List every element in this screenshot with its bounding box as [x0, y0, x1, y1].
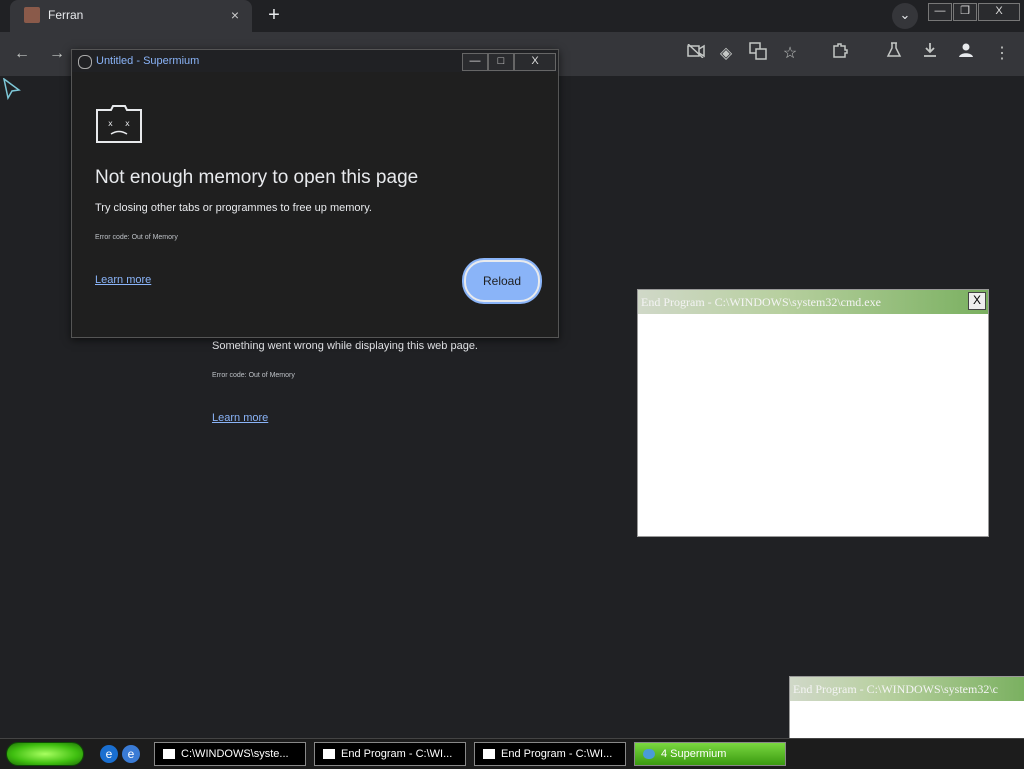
popup-error-code: Error code: Out of Memory [95, 234, 178, 241]
popup-message: Try closing other tabs or programmes to … [95, 202, 372, 214]
end-program-2-titlebar[interactable]: End Program - C:\WINDOWS\system32\c [790, 677, 1024, 701]
tab-search-button[interactable]: ⌄ [892, 3, 918, 29]
end-program-close-button[interactable]: X [968, 292, 986, 310]
taskbar-item-cmd[interactable]: C:\WINDOWS\syste... [154, 742, 306, 766]
extensions-icon[interactable] [828, 42, 852, 66]
menu-kebab-icon[interactable]: ⋮ [990, 42, 1014, 66]
popup-heading: Not enough memory to open this page [95, 167, 419, 188]
taskbar-item-supermium[interactable]: 4 Supermium [634, 742, 786, 766]
tab-strip: Ferran × + ⌄ — ❐ X [0, 0, 1024, 32]
start-button[interactable] [6, 742, 84, 766]
cmd-icon [163, 749, 175, 760]
popup-window: Untitled - Supermium — □ X x x Not enough … [71, 49, 559, 338]
bookmark-star-icon[interactable]: ☆ [778, 42, 802, 66]
close-button[interactable]: X [978, 3, 1020, 21]
translate-icon[interactable] [746, 42, 770, 66]
page-learn-more-link[interactable]: Learn more [212, 412, 268, 424]
internet-explorer-icon[interactable]: e [100, 745, 118, 763]
taskbar-item-label: C:\WINDOWS\syste... [181, 748, 289, 760]
popup-titlebar[interactable]: Untitled - Supermium — □ X [72, 50, 558, 72]
taskbar-item-end-program-2[interactable]: End Program - C:\WI... [474, 742, 626, 766]
end-program-2-title: End Program - C:\WINDOWS\system32\c [793, 682, 998, 696]
popup-learn-more-link[interactable]: Learn more [95, 274, 151, 286]
favicon-icon [24, 7, 40, 23]
end-program-window: End Program - C:\WINDOWS\system32\cmd.ex… [637, 289, 989, 537]
taskbar-item-end-program-1[interactable]: End Program - C:\WI... [314, 742, 466, 766]
popup-title: Untitled - Supermium [96, 55, 200, 67]
taskbar: e e C:\WINDOWS\syste... End Program - C:… [0, 738, 1024, 769]
end-program-title: End Program - C:\WINDOWS\system32\cmd.ex… [641, 295, 881, 309]
popup-minimize-button[interactable]: — [462, 53, 488, 71]
window-icon [483, 749, 495, 760]
mouse-cursor-icon [3, 78, 21, 100]
lens-icon[interactable]: ◈ [714, 42, 738, 66]
tab-title: Ferran [48, 8, 84, 22]
popup-maximize-button[interactable]: □ [488, 53, 514, 71]
window-controls: — ❐ X [928, 1, 1021, 21]
labs-icon[interactable] [882, 42, 906, 66]
end-program-titlebar[interactable]: End Program - C:\WINDOWS\system32\cmd.ex… [638, 290, 988, 314]
taskbar-item-label: End Program - C:\WI... [341, 748, 453, 760]
restore-button[interactable]: ❐ [953, 3, 977, 21]
profile-icon[interactable] [954, 42, 978, 66]
window-icon [323, 749, 335, 760]
taskbar-item-label: End Program - C:\WI... [501, 748, 613, 760]
popup-window-controls: — □ X [462, 51, 556, 71]
page-error-message: Something went wrong while displaying th… [212, 340, 478, 352]
new-tab-button[interactable]: + [262, 4, 286, 28]
camera-off-icon[interactable] [684, 42, 708, 66]
page-error-code: Error code: Out of Memory [212, 372, 295, 379]
quick-launch-icon[interactable]: e [122, 745, 140, 763]
svg-text:x: x [125, 119, 130, 128]
taskbar-item-label: 4 Supermium [661, 748, 727, 760]
minimize-button[interactable]: — [928, 3, 952, 21]
download-icon[interactable] [918, 42, 942, 66]
back-icon[interactable]: ← [10, 42, 34, 66]
browser-tab[interactable]: Ferran × [10, 0, 252, 32]
reload-button[interactable]: Reload [464, 260, 540, 302]
svg-text:x: x [108, 119, 113, 128]
popup-close-button[interactable]: X [514, 53, 556, 71]
forward-icon[interactable]: → [45, 42, 69, 66]
end-program-window-2: End Program - C:\WINDOWS\system32\c [789, 676, 1024, 740]
tab-close-icon[interactable]: × [226, 6, 244, 24]
supermium-icon [643, 749, 655, 760]
sad-folder-icon: x x [96, 105, 142, 143]
globe-icon [78, 55, 92, 69]
